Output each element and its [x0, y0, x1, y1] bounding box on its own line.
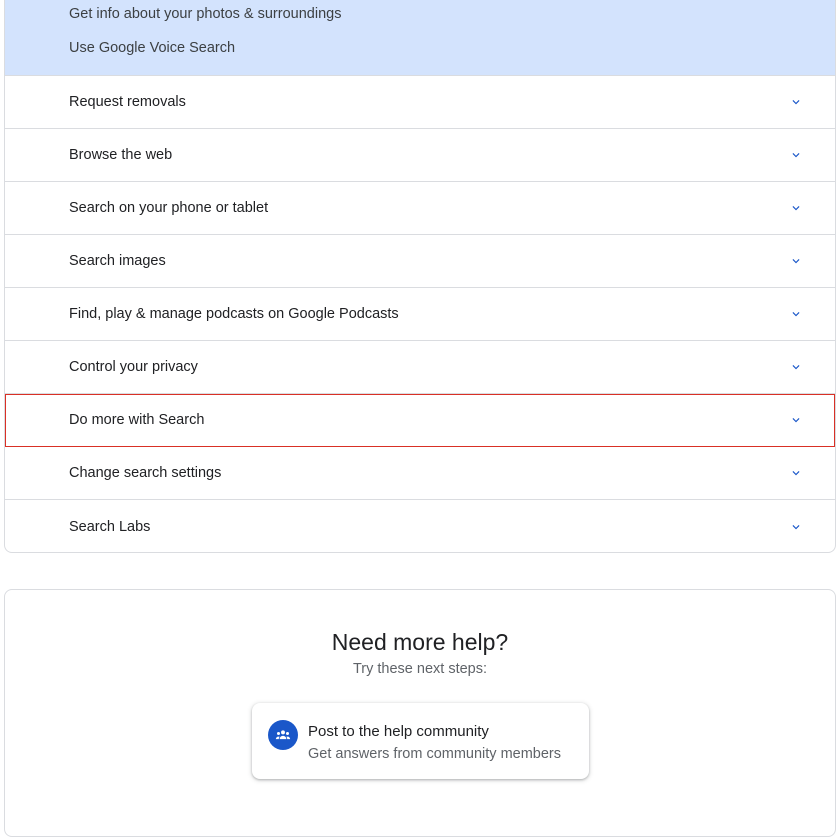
topic-podcasts[interactable]: Find, play & manage podcasts on Google P… [5, 288, 835, 341]
chevron-down-icon [792, 524, 800, 529]
chevron-down-icon [792, 259, 800, 264]
topic-label: Browse the web [69, 147, 173, 163]
topic-control-privacy[interactable]: Control your privacy [5, 341, 835, 394]
chevron-down-icon [792, 418, 800, 423]
help-topics-accordion: Get info about your photos & surrounding… [4, 0, 836, 553]
chevron-down-icon [792, 312, 800, 317]
topic-label: Control your privacy [69, 359, 198, 375]
sublink-voice-search[interactable]: Use Google Voice Search [69, 40, 235, 56]
topic-do-more-with-search[interactable]: Do more with Search [5, 394, 835, 447]
chevron-down-icon [792, 100, 800, 105]
expanded-topic-panel: Get info about your photos & surrounding… [5, 0, 835, 76]
chevron-down-icon [792, 206, 800, 211]
community-title: Post to the help community [308, 723, 489, 740]
topic-search-phone-tablet[interactable]: Search on your phone or tablet [5, 182, 835, 235]
help-subtitle: Try these next steps: [352, 661, 488, 677]
topic-label: Do more with Search [69, 412, 205, 428]
community-description: Get answers from community members [308, 746, 562, 762]
topic-search-images[interactable]: Search images [5, 235, 835, 288]
chevron-down-icon [792, 153, 800, 158]
post-to-community-button[interactable]: Post to the help community Get answers f… [252, 703, 589, 779]
topic-search-labs[interactable]: Search Labs [5, 500, 835, 552]
topic-label: Search on your phone or tablet [69, 200, 269, 216]
topic-browse-the-web[interactable]: Browse the web [5, 129, 835, 182]
topic-label: Search images [69, 253, 166, 269]
topic-request-removals[interactable]: Request removals [5, 76, 835, 129]
topic-change-search-settings[interactable]: Change search settings [5, 447, 835, 500]
people-group-icon [275, 730, 291, 740]
chevron-down-icon [792, 365, 800, 370]
topic-label: Change search settings [69, 465, 222, 481]
chevron-down-icon [792, 471, 800, 476]
community-icon [268, 720, 298, 750]
need-more-help-card: Need more help? Try these next steps: Po… [4, 589, 836, 837]
topic-label: Find, play & manage podcasts on Google P… [69, 306, 399, 322]
help-title: Need more help? [331, 629, 509, 655]
topic-label: Search Labs [69, 518, 151, 535]
sublink-photos-surroundings[interactable]: Get info about your photos & surrounding… [69, 6, 341, 22]
topic-label: Request removals [69, 94, 186, 110]
